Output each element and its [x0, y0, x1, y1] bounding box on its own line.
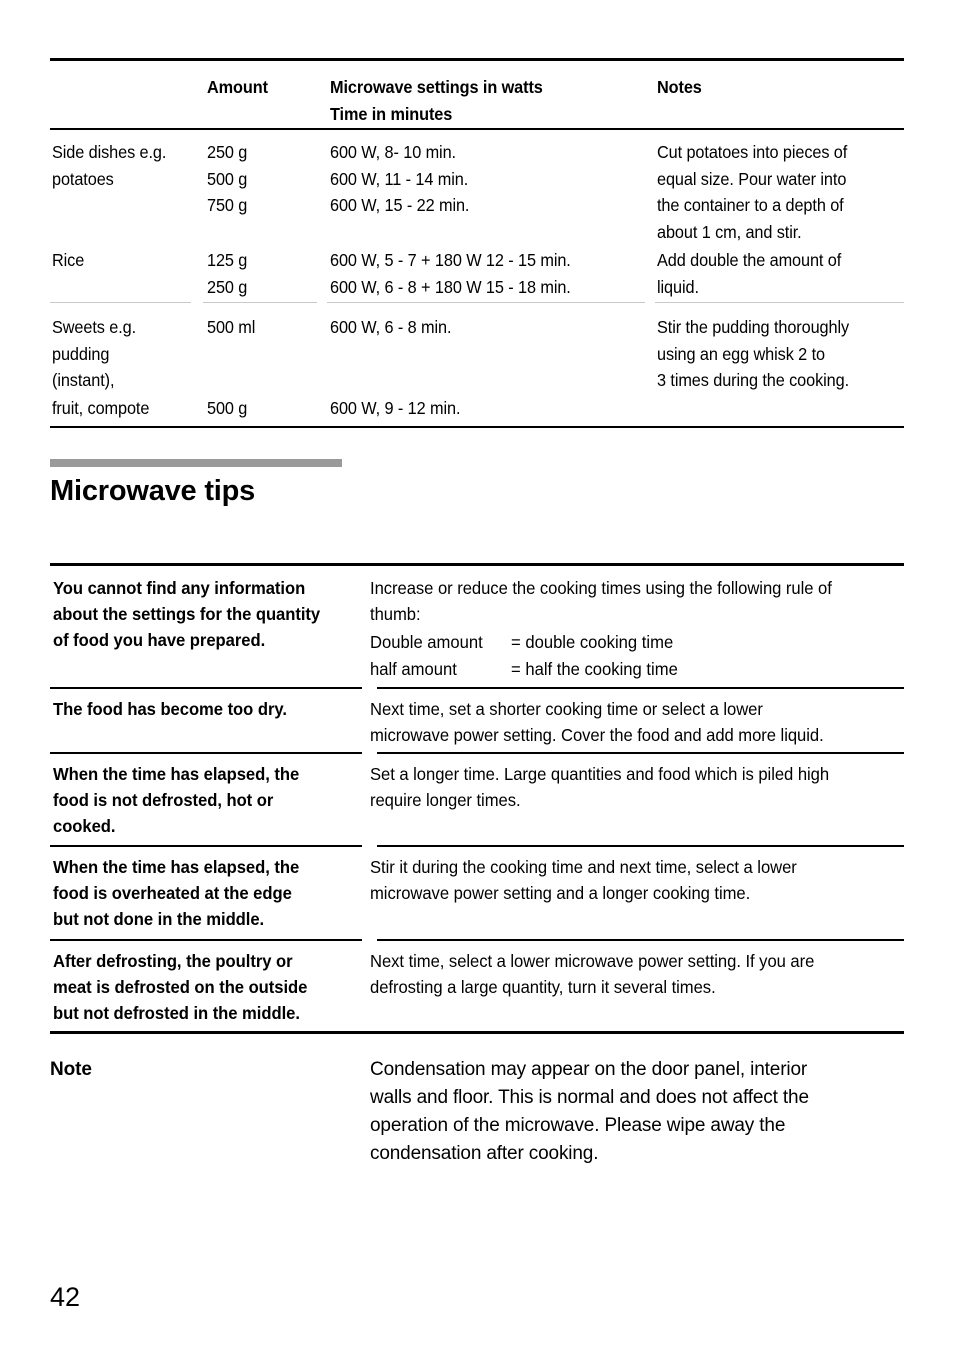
tips-row-separator — [50, 687, 904, 689]
tip-answer: Set a longer time. Large quantities and … — [370, 764, 830, 810]
row-separator — [50, 302, 904, 304]
note-label: Note — [50, 1059, 92, 1080]
row-food-label: fruit, compote — [52, 398, 150, 418]
row-settings: 600 W, 8- 10 min. 600 W, 11 - 14 min. 60… — [330, 142, 470, 215]
tip-question: When the time has elapsed, the food is o… — [53, 857, 300, 929]
row-notes: Stir the pudding thoroughly using an egg… — [657, 317, 850, 390]
column-header-notes: Notes — [657, 77, 702, 97]
rule-of-thumb-value: = double cooking time — [511, 632, 674, 652]
row-notes: Cut potatoes into pieces of equal size. … — [657, 142, 848, 242]
section-accent-bar — [50, 459, 342, 467]
tip-question: The food has become too dry. — [53, 699, 287, 719]
tip-question: After defrosting, the poultry or meat is… — [53, 951, 308, 1023]
row-food-label: Sweets e.g. pudding (instant), — [52, 317, 137, 390]
tips-top-border — [50, 563, 904, 566]
row-settings: 600 W, 9 - 12 min. — [330, 398, 461, 418]
rule-of-thumb-value: = half the cooking time — [511, 659, 678, 679]
page-number: 42 — [50, 1282, 81, 1312]
row-amount: 500 ml — [207, 317, 256, 337]
tip-answer: Next time, set a shorter cooking time or… — [370, 699, 824, 745]
tips-row-separator — [50, 752, 904, 754]
row-settings: 600 W, 6 - 8 min. — [330, 317, 452, 337]
table-top-border — [50, 58, 904, 61]
tips-bottom-border — [50, 1031, 904, 1034]
row-settings: 600 W, 5 - 7 + 180 W 12 - 15 min. 600 W,… — [330, 250, 571, 297]
note-text: Condensation may appear on the door pane… — [370, 1059, 809, 1164]
tip-answer: Next time, select a lower microwave powe… — [370, 951, 815, 997]
tip-answer: Stir it during the cooking time and next… — [370, 857, 797, 903]
tips-row-separator — [50, 845, 904, 847]
row-food-label: Side dishes e.g. potatoes — [52, 142, 167, 189]
header-divider — [50, 128, 904, 130]
rule-of-thumb-label: half amount — [370, 659, 457, 679]
tip-question: When the time has elapsed, the food is n… — [53, 764, 300, 836]
tip-answer: Increase or reduce the cooking times usi… — [370, 578, 832, 624]
row-notes: Add double the amount of liquid. — [657, 250, 842, 297]
row-amount: 125 g 250 g — [207, 250, 248, 297]
row-food-label: Rice — [52, 250, 85, 270]
row-amount: 250 g 500 g 750 g — [207, 142, 248, 215]
section-title: Microwave tips — [50, 475, 256, 507]
rule-of-thumb-label: Double amount — [370, 632, 483, 652]
document-page: Amount Microwave settings in watts Time … — [0, 0, 954, 1352]
column-header-amount: Amount — [207, 77, 268, 97]
tip-question: You cannot find any information about th… — [53, 578, 321, 650]
table-bottom-border — [50, 426, 904, 428]
tips-row-separator — [50, 939, 904, 941]
row-amount: 500 g — [207, 398, 248, 418]
column-header-settings: Microwave settings in watts Time in minu… — [330, 77, 543, 124]
